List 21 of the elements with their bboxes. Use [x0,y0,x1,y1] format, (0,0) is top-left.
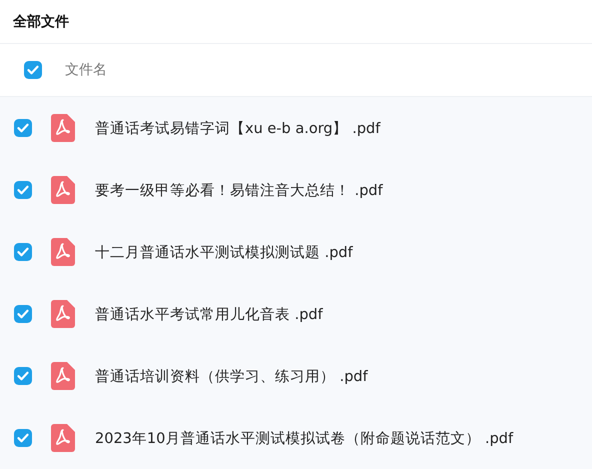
file-name[interactable]: 普通话水平考试常用儿化音表 .pdf [95,304,323,324]
checkbox[interactable] [24,61,42,79]
file-name[interactable]: 要考一级甲等必看！易错注音大总结！ .pdf [95,180,383,200]
pdf-file-icon [51,238,75,266]
pdf-file-icon [51,424,75,452]
file-name[interactable]: 十二月普通话水平测试模拟测试题 .pdf [95,242,353,262]
checkbox[interactable] [14,367,32,385]
pdf-file-icon [51,176,75,204]
checkbox[interactable] [14,119,32,137]
column-header: 文件名 [65,61,107,79]
file-name[interactable]: 2023年10月普通话水平测试模拟试卷（附命题说话范文） .pdf [95,428,514,448]
checkbox[interactable] [14,305,32,323]
checkbox[interactable] [14,429,32,447]
checkbox[interactable] [14,243,32,261]
file-name[interactable]: 普通话考试易错字词【xu e-b a.org】 .pdf [95,118,380,138]
file-name[interactable]: 普通话培训资料（供学习、练习用） .pdf [95,366,368,386]
pdf-file-icon [51,300,75,328]
pdf-file-icon [51,114,75,142]
page-title: 全部文件 [13,12,69,30]
checkbox[interactable] [14,181,32,199]
pdf-file-icon [51,362,75,390]
